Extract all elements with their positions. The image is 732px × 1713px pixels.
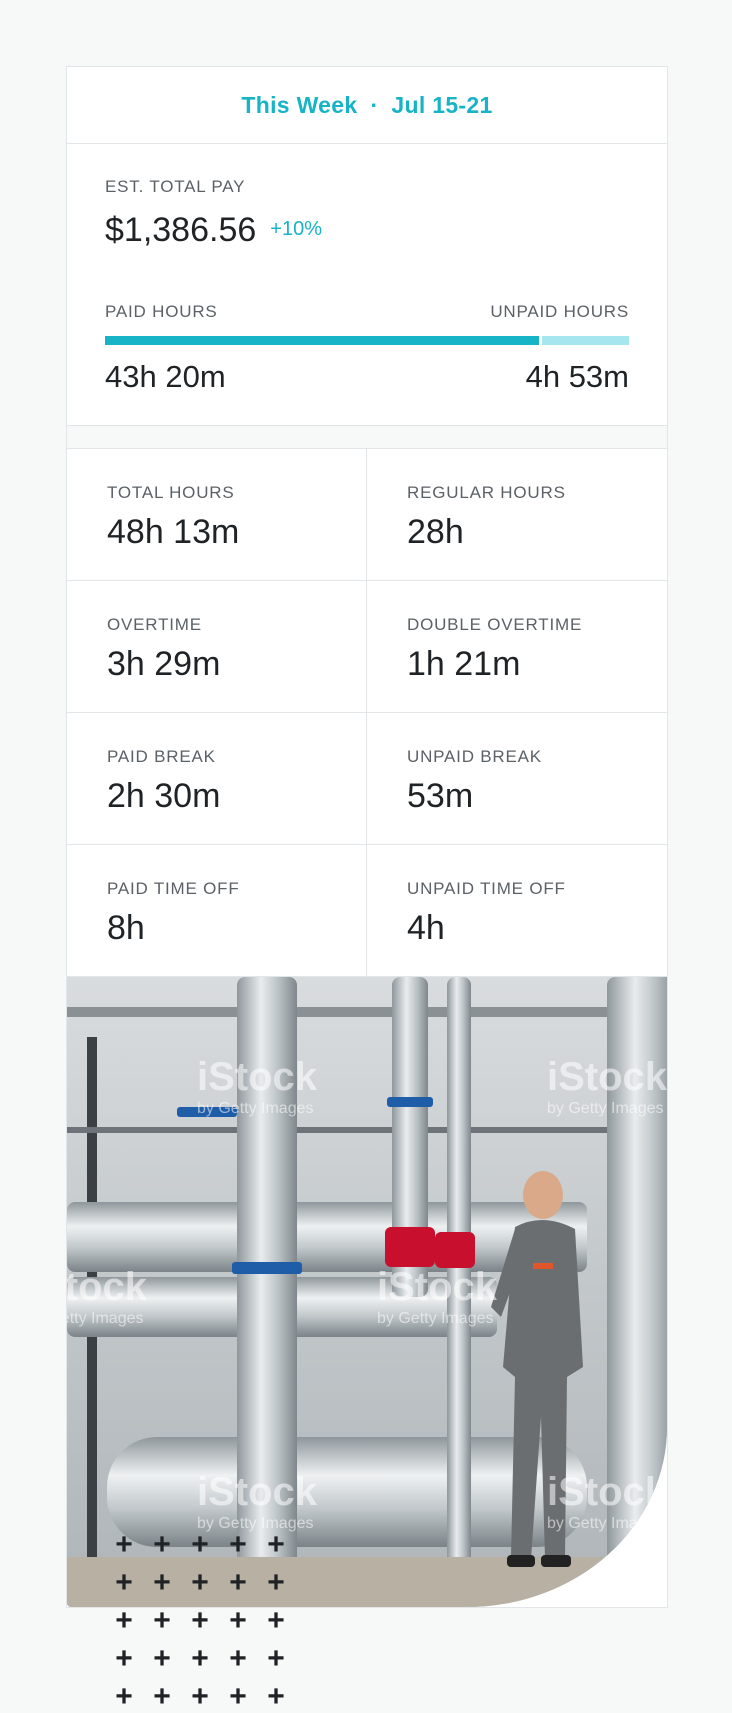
- stat-double-overtime: DOUBLE OVERTIME 1h 21m: [367, 581, 667, 713]
- plus-glyph: +: [229, 1566, 247, 1599]
- hours-breakdown-grid: TOTAL HOURS 48h 13m REGULAR HOURS 28h OV…: [67, 449, 667, 977]
- stat-value: 53m: [407, 777, 474, 815]
- section-divider: [67, 426, 667, 449]
- watermark-brand: iStock: [67, 1265, 148, 1309]
- watermark: iStock by Getty Images: [67, 1267, 147, 1327]
- watermark-sub: by Getty Images: [377, 1310, 494, 1327]
- pay-summary: EST. TOTAL PAY $1,386.56 +10% PAID HOURS…: [67, 144, 667, 426]
- stat-label: PAID BREAK: [107, 747, 216, 766]
- red-pump-valve: [435, 1232, 475, 1268]
- progress-divider: [539, 336, 543, 345]
- plus-glyph: +: [191, 1642, 209, 1675]
- period-label: This Week: [241, 91, 358, 118]
- paid-unpaid-progress-bar: [105, 336, 629, 345]
- stat-value: 28h: [407, 513, 464, 551]
- watermark-sub: by Getty Images: [67, 1310, 144, 1327]
- watermark: iStock by Getty Images: [547, 1057, 667, 1117]
- watermark-brand: iStock: [197, 1470, 318, 1514]
- timesheet-card: This Week · Jul 15-21 EST. TOTAL PAY $1,…: [66, 66, 668, 1608]
- stat-label: UNPAID BREAK: [407, 747, 542, 766]
- stat-label: PAID TIME OFF: [107, 879, 240, 898]
- stat-unpaid-break: UNPAID BREAK 53m: [367, 713, 667, 845]
- watermark-brand: iStock: [547, 1055, 667, 1099]
- stat-total-hours: TOTAL HOURS 48h 13m: [67, 449, 367, 581]
- plus-glyph: +: [115, 1566, 133, 1599]
- week-selector[interactable]: This Week · Jul 15-21: [67, 67, 667, 144]
- stat-regular-hours: REGULAR HOURS 28h: [367, 449, 667, 581]
- paid-hours-label: PAID HOURS: [105, 302, 218, 321]
- pipe-flange: [387, 1097, 433, 1107]
- watermark-brand: iStock: [547, 1470, 667, 1514]
- stat-label: DOUBLE OVERTIME: [407, 615, 583, 634]
- watermark-brand: iStock: [377, 1265, 498, 1309]
- plus-glyph: +: [153, 1566, 171, 1599]
- watermark-sub: by Getty Images: [547, 1515, 664, 1532]
- plus-glyph: +: [115, 1680, 133, 1713]
- watermark: iStock by Getty Images: [377, 1267, 497, 1327]
- paid-hours-fill: [105, 336, 540, 345]
- plus-glyph: +: [115, 1642, 133, 1675]
- plus-glyph: +: [115, 1528, 133, 1561]
- stat-label: OVERTIME: [107, 615, 202, 634]
- stat-unpaid-time-off: UNPAID TIME OFF 4h: [367, 845, 667, 977]
- pipe-flange: [232, 1262, 302, 1274]
- stat-value: 48h 13m: [107, 513, 240, 551]
- unpaid-hours-value: 4h 53m: [525, 359, 629, 394]
- watermark: iStock by Getty Images: [197, 1057, 317, 1117]
- plus-glyph: +: [229, 1642, 247, 1675]
- stat-value: 3h 29m: [107, 645, 221, 683]
- plus-glyph: +: [229, 1528, 247, 1561]
- plus-glyph: +: [153, 1680, 171, 1713]
- separator-dot: ·: [370, 91, 379, 118]
- paid-hours-value: 43h 20m: [105, 359, 226, 394]
- stat-value: 8h: [107, 909, 145, 947]
- stat-label: TOTAL HOURS: [107, 483, 235, 502]
- plus-glyph: +: [229, 1680, 247, 1713]
- watermark-brand: iStock: [197, 1055, 318, 1099]
- plus-glyph: +: [267, 1604, 285, 1637]
- plus-glyph: +: [229, 1604, 247, 1637]
- plus-glyph: +: [267, 1642, 285, 1675]
- watermark: iStock by Getty Images: [197, 1472, 317, 1532]
- watermark: iStock by Getty Images: [547, 1472, 667, 1532]
- watermark-sub: by Getty Images: [547, 1100, 664, 1117]
- plus-glyph: +: [267, 1566, 285, 1599]
- stat-value: 4h: [407, 909, 445, 947]
- unpaid-hours-label: UNPAID HOURS: [490, 302, 629, 321]
- industrial-worker-photo: iStock by Getty Images iStock by Getty I…: [67, 977, 667, 1607]
- cable-tray: [67, 1127, 667, 1133]
- stat-paid-time-off: PAID TIME OFF 8h: [67, 845, 367, 977]
- plus-glyph: +: [267, 1680, 285, 1713]
- plus-glyph: +: [191, 1528, 209, 1561]
- stat-label: UNPAID TIME OFF: [407, 879, 566, 898]
- plus-glyph: +: [153, 1642, 171, 1675]
- pay-change-badge: +10%: [270, 218, 322, 240]
- est-total-pay-label: EST. TOTAL PAY: [105, 177, 246, 196]
- plus-glyph: +: [153, 1604, 171, 1637]
- plus-glyph: +: [267, 1528, 285, 1561]
- plus-glyph: +: [191, 1604, 209, 1637]
- stat-value: 1h 21m: [407, 645, 521, 683]
- plus-glyph: +: [191, 1680, 209, 1713]
- decorative-plus-pattern: + + + + + + + + + + + + + + + + + + + + + + + + +: [105, 1530, 305, 1712]
- plus-glyph: +: [115, 1604, 133, 1637]
- date-range: Jul 15-21: [391, 91, 493, 118]
- plus-glyph: +: [153, 1528, 171, 1561]
- stat-overtime: OVERTIME 3h 29m: [67, 581, 367, 713]
- red-pump-valve: [385, 1227, 435, 1267]
- stat-value: 2h 30m: [107, 777, 221, 815]
- plus-glyph: +: [191, 1566, 209, 1599]
- stat-label: REGULAR HOURS: [407, 483, 566, 502]
- ceiling-beam: [67, 1007, 667, 1017]
- watermark-sub: by Getty Images: [197, 1100, 314, 1117]
- est-total-pay-amount: $1,386.56: [105, 211, 257, 249]
- stat-paid-break: PAID BREAK 2h 30m: [67, 713, 367, 845]
